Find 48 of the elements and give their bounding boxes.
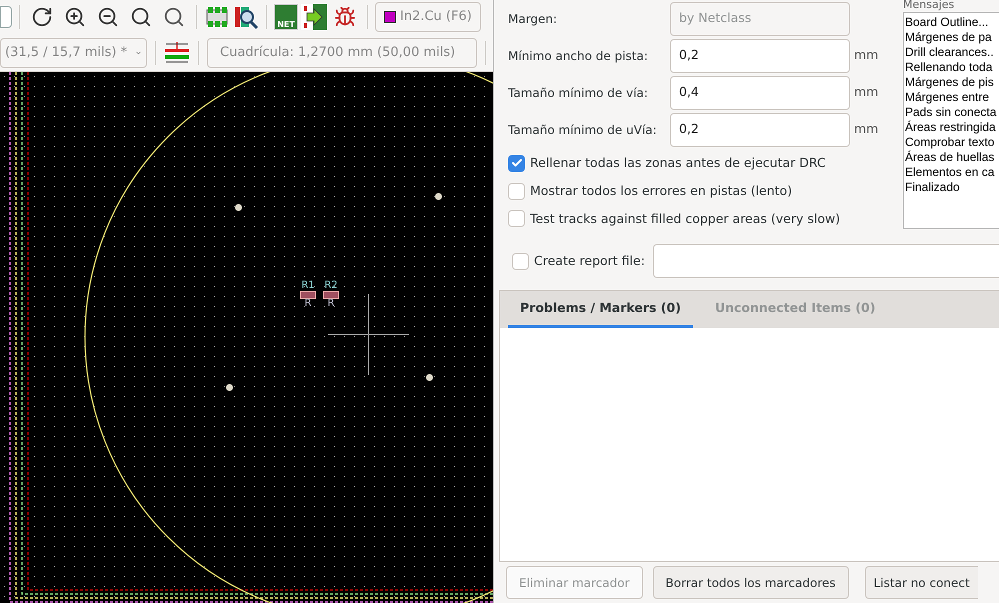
checkbox[interactable]	[508, 210, 525, 228]
footprint-chip-icon[interactable]	[204, 5, 230, 29]
unit-label: mm	[854, 83, 878, 102]
layer-color-icon	[384, 11, 396, 23]
checkbox-label: Test tracks against filled copper areas (very slow)	[530, 210, 840, 228]
message-line: Áreas de huellas	[905, 150, 996, 165]
message-line: Áreas restringida	[905, 120, 997, 135]
field-label: Tamaño mínimo de vía:	[508, 84, 649, 102]
footprint-pad-drawing[interactable]	[300, 291, 316, 299]
message-line: Márgenes entre	[905, 90, 990, 105]
footprint-pad-drawing[interactable]	[323, 291, 339, 299]
messages-title: Mensajes	[903, 0, 956, 10]
checkbox[interactable]	[508, 182, 525, 200]
checkbox-label: Create report file:	[534, 252, 646, 270]
checkbox-label: Rellenar todas las zonas antes de ejecutar DRC	[530, 154, 826, 172]
number-field[interactable]: 0,2	[670, 112, 850, 146]
message-line: Drill clearances..	[905, 45, 995, 60]
footprint-reference: R1	[301, 281, 315, 291]
unit-label: mm	[854, 120, 878, 138]
inspect-icon[interactable]	[233, 4, 259, 30]
message-line: Elementos en ca	[905, 165, 996, 180]
dialog-button[interactable]: Borrar todos los marcadores	[652, 566, 849, 599]
message-line: Finalizado	[905, 180, 961, 195]
number-field[interactable]: 0,4	[670, 76, 850, 110]
checkbox[interactable]	[512, 252, 529, 270]
dialog-button[interactable]: Listar no conect	[864, 566, 978, 599]
field-label: Margen:	[508, 10, 558, 28]
checkbox-label: Mostrar todos los errores en pistas (lento)	[530, 182, 792, 200]
footprint-value: R	[328, 299, 334, 309]
netlist-icon[interactable]: NET	[274, 4, 298, 30]
number-field[interactable]: 0,2	[670, 38, 850, 72]
checkbox[interactable]	[508, 154, 525, 172]
field-label: Tamaño mínimo de uVía:	[508, 122, 658, 138]
message-line: Comprobar texto	[905, 135, 996, 150]
footprint-value: R	[304, 299, 312, 309]
message-line: Board Outline...	[905, 15, 990, 30]
message-line: Rellenando toda	[905, 60, 994, 75]
track-width-icon[interactable]	[164, 40, 190, 64]
checkmark-icon	[510, 157, 522, 170]
field-label: Mínimo ancho de pista:	[508, 48, 649, 64]
message-line: Márgenes de pis	[905, 75, 995, 90]
update-pcb-icon[interactable]	[301, 4, 327, 30]
message-line: Pads sin conecta	[905, 105, 998, 120]
message-line: Márgenes de pa	[905, 30, 993, 45]
crosshair-cursor-icon	[328, 294, 409, 375]
report-file-field[interactable]	[653, 244, 999, 278]
footprint-reference: R2	[324, 281, 338, 291]
unit-label: mm	[854, 46, 878, 64]
